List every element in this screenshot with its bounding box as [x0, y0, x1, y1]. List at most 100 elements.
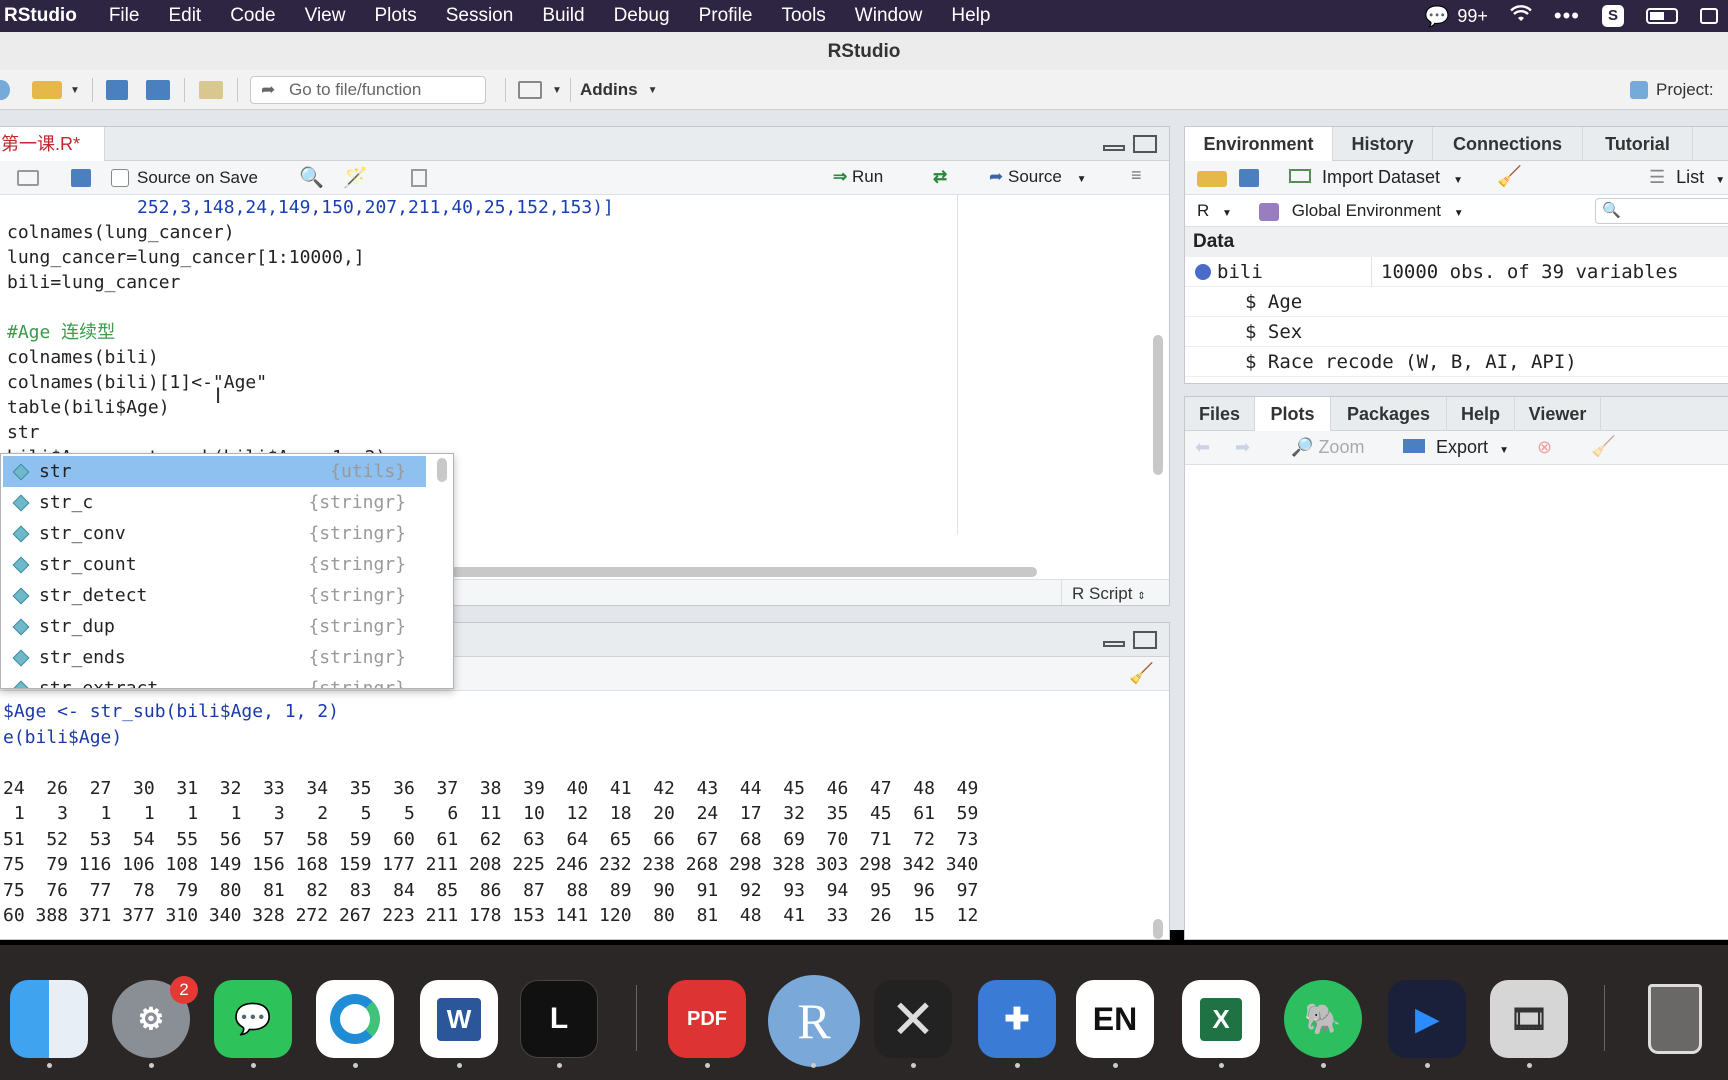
print-icon[interactable] — [199, 81, 223, 99]
clear-console-broom-icon[interactable]: 🧹 — [1129, 661, 1154, 686]
global-env-select[interactable]: Global Environment ▼ — [1259, 201, 1464, 221]
r-app-icon[interactable]: R — [768, 975, 860, 1067]
autocomplete-item[interactable]: str_extract {stringr} — [3, 673, 426, 688]
wechat-icon[interactable]: 💬 — [214, 980, 292, 1058]
code-tools-wand-icon[interactable]: 🪄 — [343, 165, 368, 190]
trash-icon[interactable] — [1636, 980, 1714, 1058]
minimize-pane-icon[interactable] — [1103, 145, 1125, 151]
autocomplete-popup[interactable]: str {utils} str_c {stringr} str_conv {strin… — [0, 453, 454, 689]
env-object-row[interactable]: bili 10000 obs. of 39 variables — [1185, 257, 1728, 287]
source-on-save-checkbox[interactable] — [111, 169, 129, 187]
menu-debug[interactable]: Debug — [614, 5, 670, 27]
tab-files[interactable]: Files — [1185, 397, 1255, 431]
xquartz-icon[interactable]: ✕ — [874, 980, 952, 1058]
word-icon[interactable]: W — [420, 980, 498, 1058]
export-button[interactable]: Export ▼ — [1403, 437, 1509, 458]
outline-icon[interactable]: ≡ — [1131, 165, 1142, 186]
menu-profile[interactable]: Profile — [699, 5, 753, 27]
zoom-button[interactable]: 🔎 Zoom — [1291, 437, 1364, 458]
dropdown-arrow-icon[interactable]: ▼ — [70, 78, 80, 102]
forward-arrow-icon[interactable]: ➡ — [1235, 437, 1250, 458]
lexi-icon[interactable]: L — [520, 980, 598, 1058]
menu-build[interactable]: Build — [542, 5, 584, 27]
autocomplete-item[interactable]: str_conv {stringr} — [3, 518, 426, 549]
menu-session[interactable]: Session — [446, 5, 514, 27]
editor-save-icon[interactable] — [71, 169, 91, 187]
photo-slideshow-icon[interactable]: 🎞 — [1490, 980, 1568, 1058]
editor-vscrollbar[interactable] — [1153, 335, 1163, 475]
tab-environment[interactable]: Environment — [1185, 127, 1333, 161]
control-center-icon[interactable] — [1700, 8, 1718, 24]
source-button[interactable]: ➦ Source ▼ — [989, 167, 1087, 187]
tab-viewer[interactable]: Viewer — [1515, 397, 1601, 431]
sogou-icon[interactable]: S — [1602, 5, 1624, 27]
r-logo-icon[interactable] — [0, 80, 10, 100]
addins-menu[interactable]: Addins ▼ — [580, 78, 658, 102]
menu-file[interactable]: File — [109, 5, 140, 27]
code-editor[interactable]: 252,3,148,24,149,150,207,211,40,25,152,1… — [7, 195, 957, 485]
en-icon[interactable]: EN — [1076, 980, 1154, 1058]
language-select[interactable]: R ▼ — [1197, 201, 1232, 221]
layout-grid-icon[interactable] — [518, 81, 542, 99]
goto-file-input[interactable]: ➦ Go to file/function — [250, 76, 486, 104]
run-button[interactable]: ⇒ Run — [833, 167, 883, 187]
editor-tab[interactable]: 第一课.R* ✕ — [0, 127, 105, 188]
maximize-pane-icon[interactable] — [1133, 135, 1157, 153]
remove-plot-icon[interactable]: ⊗ — [1537, 437, 1552, 458]
autocomplete-item[interactable]: str {utils} — [3, 456, 426, 487]
battery-icon[interactable] — [1646, 8, 1678, 24]
tab-plots[interactable]: Plots — [1255, 397, 1331, 431]
tab-connections[interactable]: Connections — [1433, 127, 1583, 161]
evernote-icon[interactable]: 🐘 — [1284, 980, 1362, 1058]
menu-code[interactable]: Code — [230, 5, 275, 27]
autocomplete-item[interactable]: str_detect {stringr} — [3, 580, 426, 611]
menu-edit[interactable]: Edit — [168, 5, 201, 27]
excel-icon[interactable]: X — [1182, 980, 1260, 1058]
menu-plots[interactable]: Plots — [374, 5, 416, 27]
save-all-icon[interactable] — [146, 80, 170, 100]
show-in-window-icon[interactable] — [17, 170, 39, 186]
more-dots-icon[interactable]: ••• — [1554, 3, 1580, 29]
rerun-icon[interactable]: ⇄ — [933, 167, 947, 187]
tab-tutorial[interactable]: Tutorial — [1583, 127, 1693, 161]
wechat-status-icon[interactable]: 💬 — [1424, 4, 1449, 29]
editor-hscrollbar[interactable] — [439, 567, 1037, 577]
wifi-icon[interactable] — [1510, 4, 1532, 28]
autocomplete-item[interactable]: str_c {stringr} — [3, 487, 426, 518]
console-minimize-icon[interactable] — [1103, 641, 1125, 647]
autocomplete-item[interactable]: str_ends {stringr} — [3, 642, 426, 673]
load-workspace-icon[interactable] — [1197, 171, 1227, 187]
menu-tools[interactable]: Tools — [781, 5, 825, 27]
save-icon[interactable] — [106, 80, 128, 100]
find-icon[interactable]: 🔍 — [299, 165, 324, 190]
autocomplete-item[interactable]: str_count {stringr} — [3, 549, 426, 580]
list-view-button[interactable]: ☰ List ▼ — [1649, 167, 1725, 188]
autocomplete-scrollbar[interactable] — [437, 458, 447, 482]
menu-view[interactable]: View — [305, 5, 346, 27]
tools-icon[interactable]: ✚ — [978, 980, 1056, 1058]
pdf-expert-icon[interactable]: PDF — [668, 980, 746, 1058]
import-dataset-button[interactable]: Import Dataset ▼ — [1289, 167, 1463, 188]
env-search-input[interactable]: 🔍 — [1595, 198, 1728, 224]
menu-window[interactable]: Window — [855, 5, 923, 27]
finder-icon[interactable] — [10, 980, 88, 1058]
edge-icon[interactable] — [316, 980, 394, 1058]
open-folder-icon[interactable] — [32, 81, 62, 99]
video-player-icon[interactable]: ▶ — [1388, 980, 1466, 1058]
expand-circle-icon[interactable] — [1195, 264, 1211, 280]
menu-help[interactable]: Help — [951, 5, 990, 27]
app-menu[interactable]: RStudio — [4, 5, 77, 27]
console-maximize-icon[interactable] — [1133, 631, 1157, 649]
script-type-select[interactable]: R Script ⇕ — [1061, 580, 1156, 605]
back-arrow-icon[interactable]: ⬅ — [1195, 437, 1210, 458]
console-output[interactable]: $Age <- str_sub(bili$Age, 1, 2) e(bili$A… — [3, 699, 1143, 939]
tab-help[interactable]: Help — [1447, 397, 1515, 431]
tab-history[interactable]: History — [1333, 127, 1433, 161]
layout-dropdown-icon[interactable]: ▼ — [552, 78, 562, 102]
save-workspace-icon[interactable] — [1239, 169, 1259, 187]
clear-env-broom-icon[interactable]: 🧹 — [1497, 164, 1522, 189]
console-vscrollbar[interactable] — [1153, 919, 1163, 939]
compile-report-icon[interactable] — [411, 169, 427, 187]
autocomplete-item[interactable]: str_dup {stringr} — [3, 611, 426, 642]
tab-packages[interactable]: Packages — [1331, 397, 1447, 431]
